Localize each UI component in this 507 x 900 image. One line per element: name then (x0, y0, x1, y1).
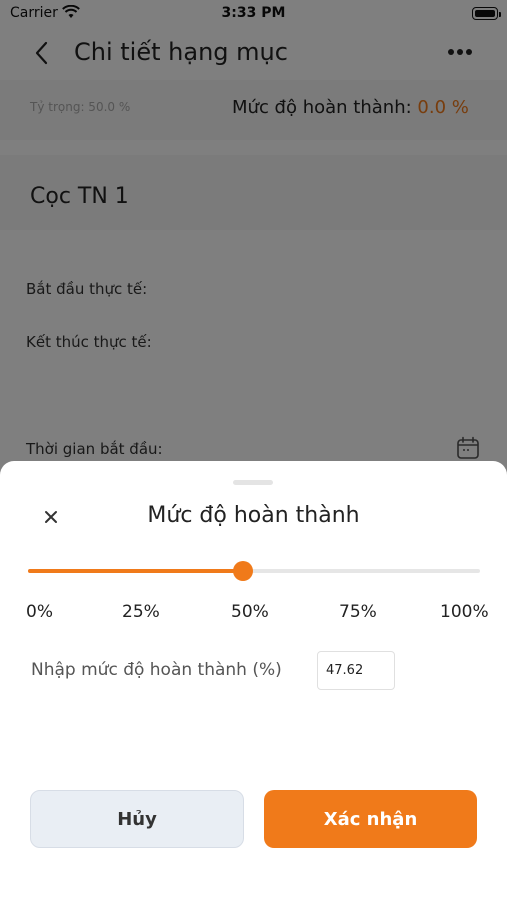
slider-tick-25: 25% (122, 602, 160, 622)
sheet-grabber[interactable] (233, 480, 273, 485)
slider-tick-0: 0% (26, 602, 53, 622)
slider-tick-75: 75% (339, 602, 377, 622)
cancel-button[interactable]: Hủy (30, 790, 244, 848)
sheet-title: Mức độ hoàn thành (147, 503, 360, 528)
slider-fill (28, 569, 244, 573)
percent-input[interactable] (317, 651, 395, 690)
slider-tick-100: 100% (440, 602, 489, 622)
slider-tick-50: 50% (231, 602, 269, 622)
percent-input-label: Nhập mức độ hoàn thành (%) (31, 660, 282, 680)
confirm-button[interactable]: Xác nhận (264, 790, 477, 848)
